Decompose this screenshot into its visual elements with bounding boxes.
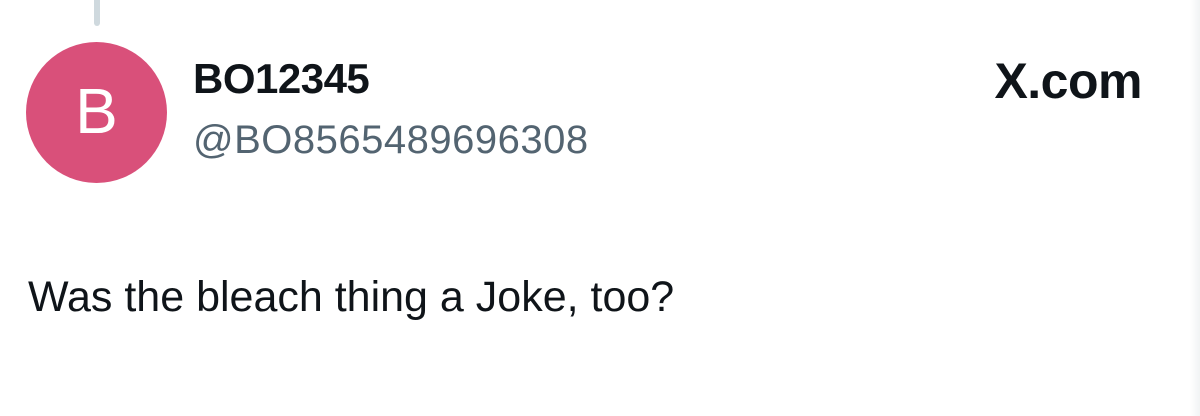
user-handle[interactable]: @BO8565489696308 xyxy=(193,120,589,160)
brand-domain: X.com xyxy=(994,53,1142,109)
brand-watermark: X.com xyxy=(994,56,1142,106)
post-text: Was the bleach thing a Joke, too? xyxy=(28,273,675,321)
page-edge-shadow xyxy=(1190,0,1200,416)
avatar-initial: B xyxy=(75,74,118,147)
avatar[interactable]: B xyxy=(26,42,167,183)
display-name[interactable]: BO12345 xyxy=(193,58,370,100)
thread-connector-line xyxy=(94,0,100,26)
